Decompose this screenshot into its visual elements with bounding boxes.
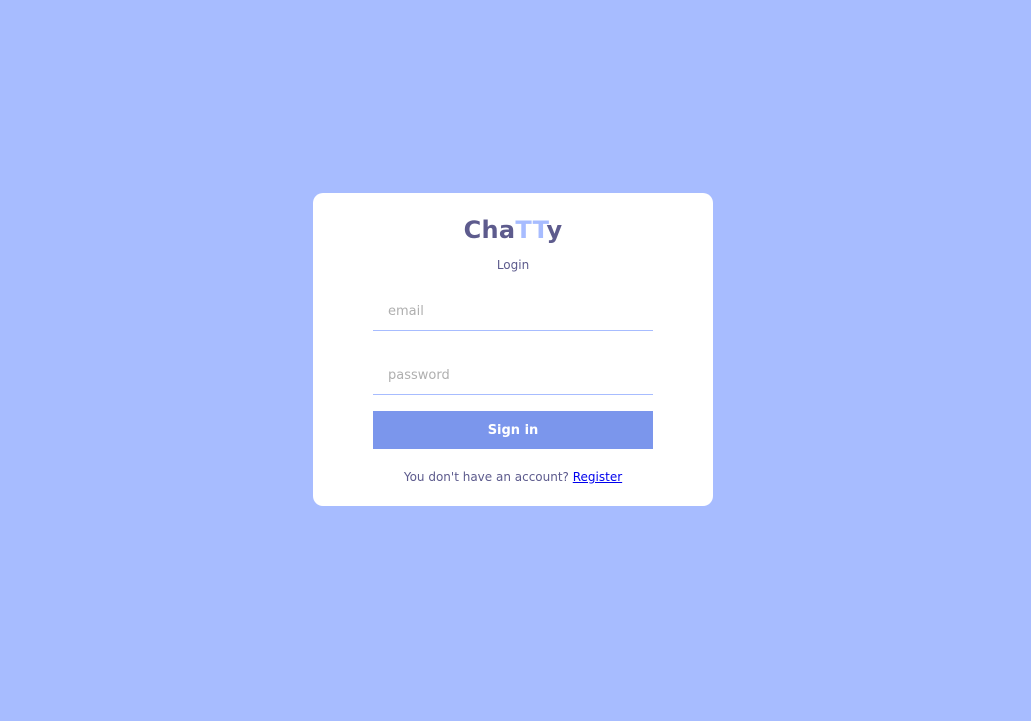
- form-title: Login: [496, 258, 530, 272]
- logo-accent: TT: [515, 216, 547, 244]
- email-input[interactable]: [373, 292, 653, 331]
- password-input[interactable]: [373, 356, 653, 395]
- logo-suffix: y: [546, 216, 563, 244]
- register-prompt-text: You don't have an account?: [403, 470, 569, 484]
- register-prompt: You don't have an account? Register: [313, 469, 713, 485]
- register-link[interactable]: Register: [573, 470, 622, 484]
- app-logo: ChaTTy: [313, 215, 713, 245]
- login-card: ChaTTy Login Sign in You don't have an a…: [313, 193, 713, 506]
- logo-prefix: Cha: [463, 216, 516, 244]
- sign-in-button[interactable]: Sign in: [373, 411, 653, 449]
